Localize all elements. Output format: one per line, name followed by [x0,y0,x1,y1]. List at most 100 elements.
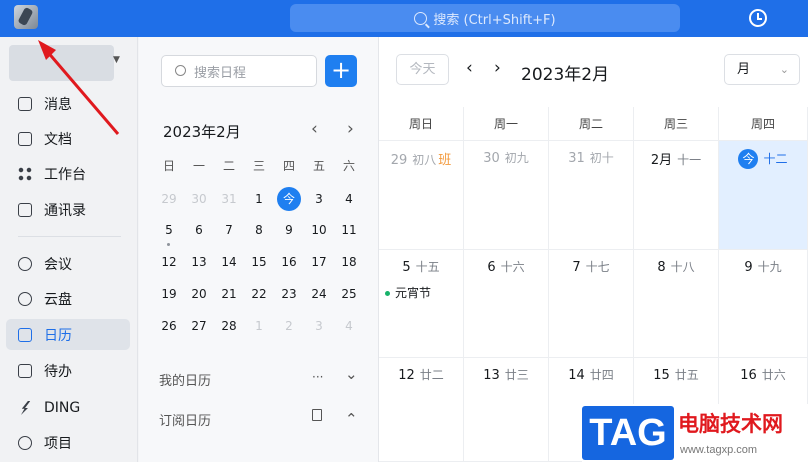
phone-icon [18,256,32,271]
day-cell-header: 16 廿六 [719,366,807,383]
message-icon [18,96,32,111]
mini-calendar-day[interactable]: 8 [244,218,274,242]
mini-calendar-day[interactable]: 17 [304,250,334,274]
mini-calendar-day[interactable]: 15 [244,250,274,274]
day-cell[interactable]: 31 初十 [549,141,634,250]
top-bar: 搜索 (Ctrl+Shift+F) [0,0,808,37]
project-icon [18,435,32,450]
mini-calendar-day[interactable]: 29 [154,187,184,211]
chevron-up-icon[interactable]: ⌃ [345,410,358,428]
lunar-date: 十六 [500,260,525,274]
mini-calendar-day[interactable]: 16 [274,250,304,274]
mini-calendar-today[interactable]: 今 [277,187,301,211]
lunar-date: 十五 [415,260,440,274]
mini-calendar-day[interactable]: 11 [334,218,364,242]
sidebar-item-label: 通讯录 [44,202,86,219]
calendar-event[interactable]: 元宵节 [385,284,431,301]
app-avatar[interactable] [14,5,38,29]
add-event-button[interactable]: + [325,55,357,87]
mini-calendar-day[interactable]: 21 [214,282,244,306]
my-calendars-heading[interactable]: 我的日历 [159,370,211,389]
mini-calendar-day[interactable]: 22 [244,282,274,306]
prev-month-button[interactable]: ‹ [466,58,473,78]
sidebar-item-cloud[interactable]: 云盘 [6,283,130,314]
mini-calendar-day[interactable]: 26 [154,314,184,338]
mini-calendar-day[interactable]: 28 [214,314,244,338]
day-cell[interactable]: 7 十七 [549,250,634,358]
user-profile[interactable] [9,45,114,81]
mini-calendar-day[interactable]: 14 [214,250,244,274]
calendar-search-input[interactable]: 搜索日程 [161,55,317,87]
sidebar-item-todo[interactable]: 待办 [6,355,130,386]
day-cell-header: 6 十六 [464,258,548,275]
mini-calendar-prev-button[interactable]: ‹ [311,119,318,139]
day-cell[interactable]: 9 十九 [719,250,808,358]
day-cell[interactable]: 13 廿三 [464,358,549,462]
watermark-title: 电脑技术网 [678,412,783,436]
mini-calendar-next-button[interactable]: › [347,119,354,139]
sidebar-item-projects[interactable]: 项目 [6,427,130,458]
global-search-bar[interactable]: 搜索 (Ctrl+Shift+F) [290,4,680,32]
mini-calendar-day[interactable]: 5 [154,218,184,242]
weekday-header: 周二 [549,107,634,141]
mini-calendar-day[interactable]: 1 [244,314,274,338]
day-number: 30 [483,151,500,166]
day-cell[interactable]: 6 十六 [464,250,549,358]
today-button[interactable]: 今天 [396,54,449,85]
sidebar-item-calendar[interactable]: 日历 [6,319,130,350]
today-badge: 今 [738,149,759,169]
sidebar-item-contacts[interactable]: 通讯录 [6,194,130,225]
view-select-value: 月 [737,62,751,77]
mini-calendar-day[interactable]: 31 [214,187,244,211]
mini-calendar-day[interactable]: 6 [184,218,214,242]
next-month-button[interactable]: › [494,58,501,78]
mini-calendar-day[interactable]: 12 [154,250,184,274]
mini-calendar-day[interactable]: 10 [304,218,334,242]
day-cell[interactable]: 5 十五 元宵节 [379,250,464,358]
day-cell[interactable]: 8 十八 [634,250,719,358]
mini-calendar-day[interactable]: 20 [184,282,214,306]
sidebar-item-documents[interactable]: 文档 [6,123,130,154]
weekday-header: 周一 [464,107,549,141]
day-cell[interactable]: 今十二 [719,141,808,250]
mini-calendar-day[interactable]: 9 [274,218,304,242]
mini-calendar-day[interactable]: 23 [274,282,304,306]
sidebar-item-label: 消息 [44,96,72,113]
mini-calendar-day[interactable]: 19 [154,282,184,306]
mini-weekday-label: 四 [282,159,295,173]
mini-calendar-day[interactable]: 30 [184,187,214,211]
mini-calendar-day[interactable]: 7 [214,218,244,242]
sidebar-item-meetings[interactable]: 会议 [6,248,130,279]
mini-calendar-day[interactable]: 18 [334,250,364,274]
day-cell[interactable]: 29 初八班 [379,141,464,250]
mini-calendar-day[interactable]: 3 [304,187,334,211]
mini-calendar-day[interactable]: 24 [304,282,334,306]
day-cell-header: 9 十九 [719,258,807,275]
day-cell[interactable]: 12 廿二 [379,358,464,462]
chevron-down-icon[interactable]: ⌄ [345,365,358,383]
mini-calendar-day[interactable]: 25 [334,282,364,306]
subscribed-calendars-heading[interactable]: 订阅日历 [159,410,211,429]
view-select[interactable]: 月 ⌄ [724,54,800,85]
mini-calendar-day[interactable]: 13 [184,250,214,274]
more-icon[interactable]: ··· [312,370,323,384]
mini-calendar-day[interactable]: 2 [274,314,304,338]
user-menu-caret-icon[interactable]: ▼ [113,55,120,65]
sidebar-item-ding[interactable]: DING [6,392,130,423]
mini-calendar-day[interactable]: 4 [334,314,364,338]
history-icon[interactable] [749,9,767,27]
day-number: 31 [568,151,585,166]
day-number: 14 [568,368,585,383]
day-cell-header: 2月 十一 [634,149,718,168]
day-cell-header: 7 十七 [549,258,633,275]
day-cell[interactable]: 2月 十一 [634,141,719,250]
mini-calendar-day[interactable]: 1 [244,187,274,211]
sidebar-item-messages[interactable]: 消息 [6,88,130,119]
mini-calendar-day[interactable]: 4 [334,187,364,211]
sidebar-item-workbench[interactable]: 工作台 [6,158,130,189]
day-cell[interactable]: 30 初九 [464,141,549,250]
lunar-date: 十八 [670,260,695,274]
mini-calendar-day[interactable]: 27 [184,314,214,338]
mini-calendar-day[interactable]: 3 [304,314,334,338]
bookmark-icon[interactable] [312,409,322,421]
